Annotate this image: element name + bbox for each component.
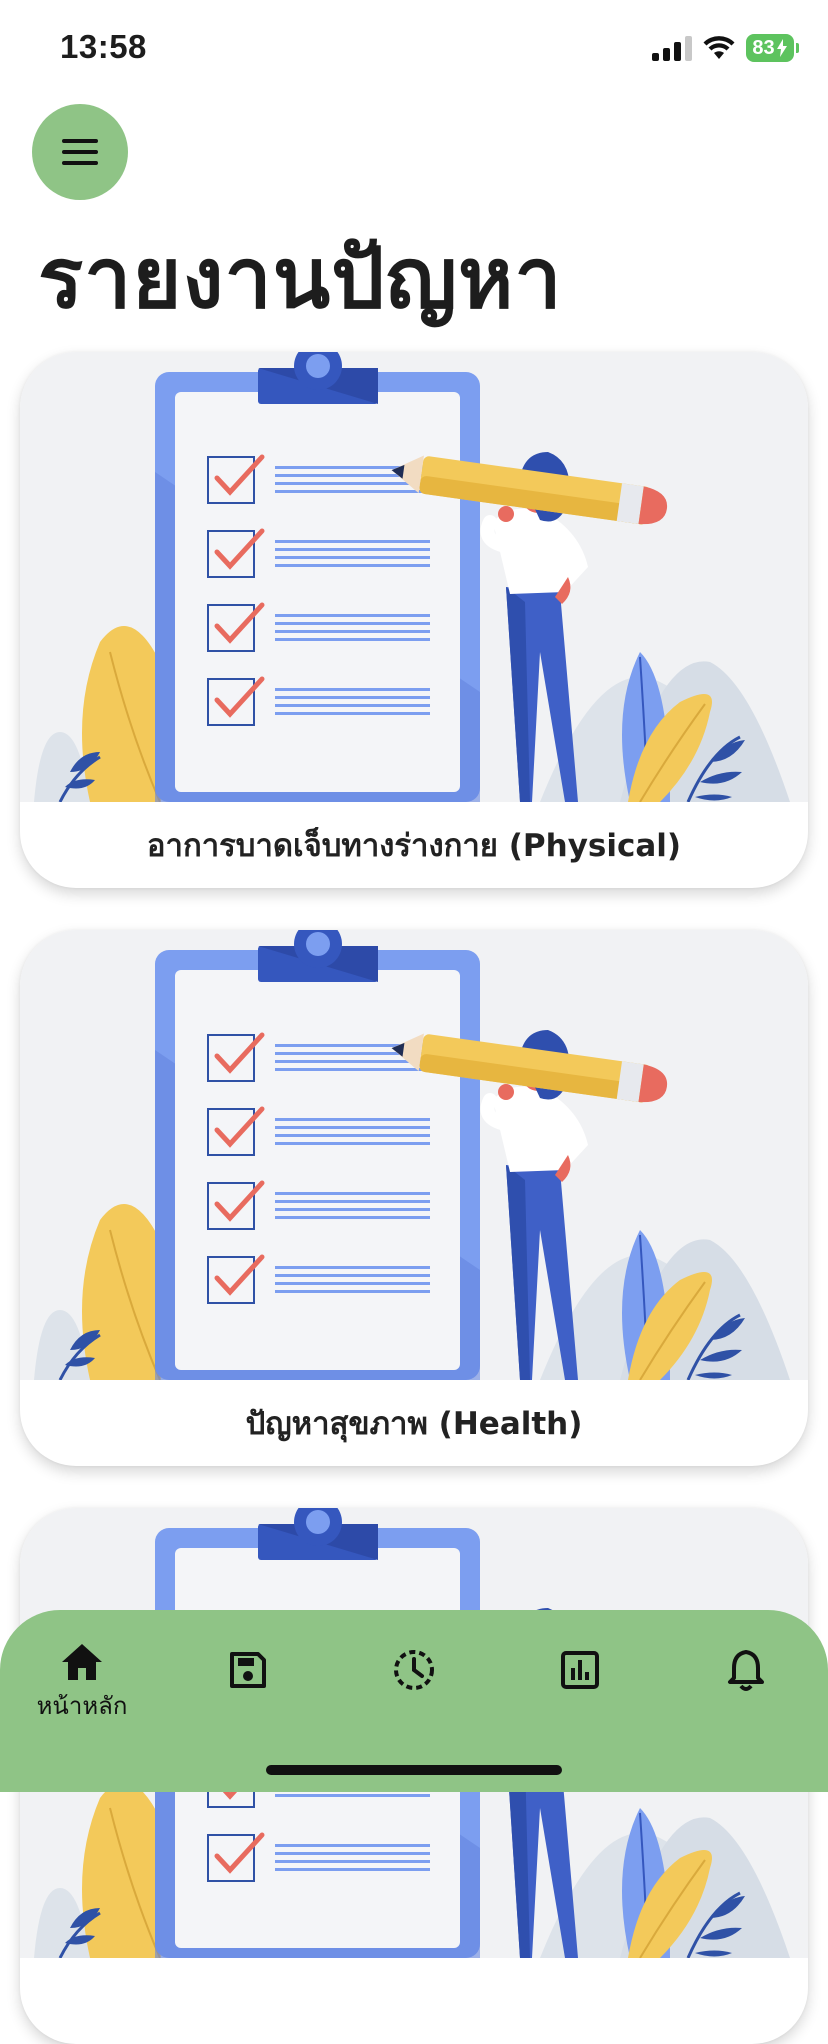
page-title: รายงานปัญหา <box>38 229 563 327</box>
home-indicator <box>266 1765 562 1775</box>
hamburger-menu-icon <box>62 139 98 165</box>
card-label <box>20 1958 808 2044</box>
cellular-signal-icon <box>652 35 692 61</box>
history-icon <box>394 1650 434 1690</box>
status-bar: 13:58 83 <box>0 0 828 96</box>
card-label: อาการบาดเจ็บทางร่างกาย (Physical) <box>146 828 682 864</box>
charging-bolt-icon <box>776 39 787 57</box>
card-label: ปัญหาสุขภาพ (Health) <box>245 1406 583 1442</box>
nav-item-home[interactable]: หน้าหลัก <box>22 1642 142 1742</box>
battery-level: 83 <box>752 36 775 59</box>
report-card-health[interactable]: ปัญหาสุขภาพ (Health) <box>20 930 808 1466</box>
battery-indicator: 83 <box>746 34 799 62</box>
nav-item-stats[interactable] <box>520 1650 640 1750</box>
card-illustration <box>20 930 808 1380</box>
nav-item-notifications[interactable] <box>686 1648 806 1748</box>
chart-icon <box>561 1651 599 1689</box>
nav-item-history[interactable] <box>354 1648 474 1748</box>
save-icon <box>230 1652 266 1688</box>
bell-icon <box>728 1650 764 1691</box>
report-card-physical[interactable]: อาการบาดเจ็บทางร่างกาย (Physical) <box>20 352 808 888</box>
status-time: 13:58 <box>60 28 147 65</box>
home-icon <box>62 1644 102 1680</box>
nav-item-save[interactable] <box>188 1650 308 1750</box>
nav-label-home: หน้าหลัก <box>36 1692 128 1720</box>
menu-button[interactable] <box>32 104 128 200</box>
wifi-icon <box>703 36 735 59</box>
card-illustration <box>20 352 808 802</box>
status-icons: 83 <box>652 34 799 62</box>
